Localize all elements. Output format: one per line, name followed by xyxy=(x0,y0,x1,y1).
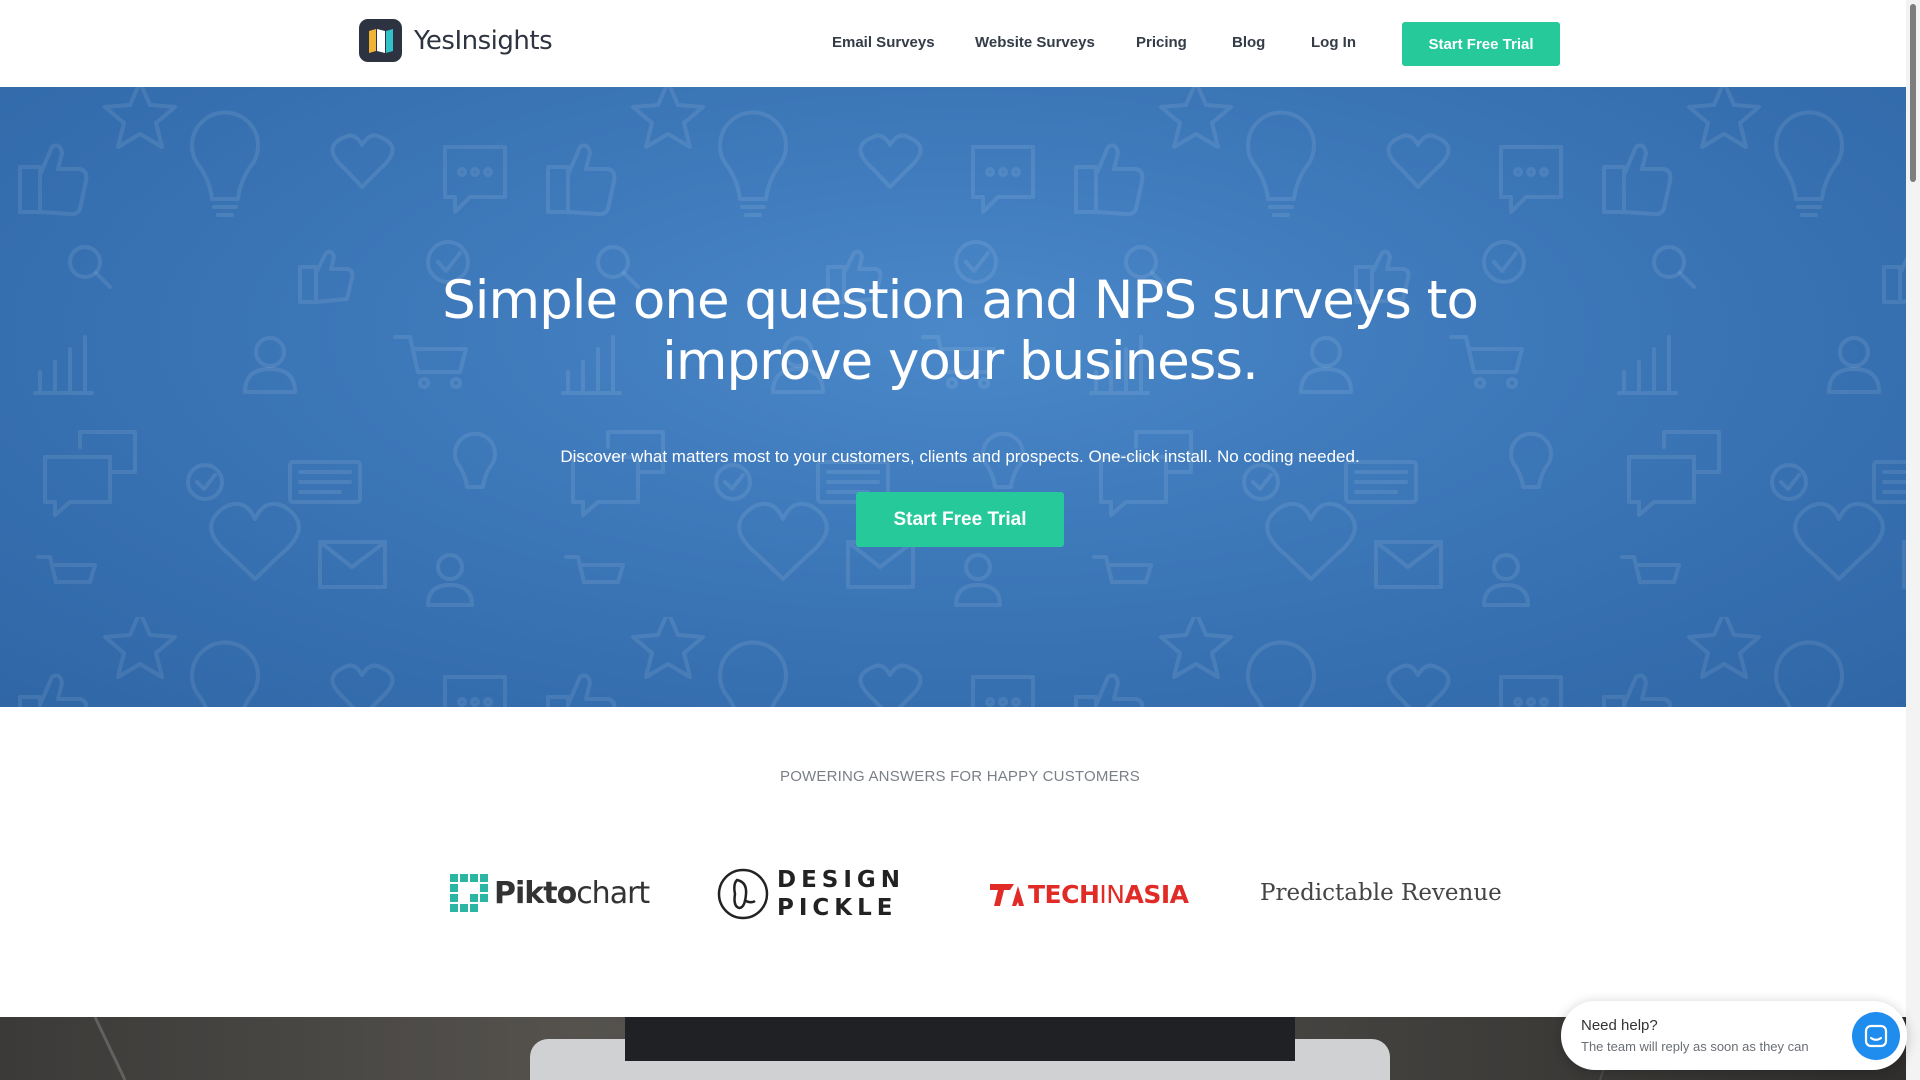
customer-logos: Piktochart DESIGN PICKLE TECHINASIA Pred… xyxy=(0,860,1920,930)
scrollbar-thumb[interactable] xyxy=(1910,4,1916,182)
design-pickle-logo: DESIGN PICKLE xyxy=(717,866,905,922)
hero-subtitle: Discover what matters most to your custo… xyxy=(560,447,1360,466)
nav-blog[interactable]: Blog xyxy=(1232,34,1265,51)
chat-widget[interactable]: Need help? The team will reply as soon a… xyxy=(1561,1001,1907,1070)
laptop-screen xyxy=(625,1017,1295,1061)
chat-title: Need help? xyxy=(1581,1017,1658,1034)
page: YesInsights Email Surveys Website Survey… xyxy=(0,0,1920,1080)
chat-icon xyxy=(1864,1024,1888,1048)
hero-section: Simple one question and NPS surveys to i… xyxy=(0,87,1920,707)
nav-email-surveys[interactable]: Email Surveys xyxy=(832,34,935,51)
piktochart-logo: Piktochart xyxy=(450,874,650,912)
pickle-icon xyxy=(717,868,769,920)
customers-heading: POWERING ANSWERS FOR HAPPY CUSTOMERS xyxy=(779,768,1141,785)
site-header: YesInsights Email Surveys Website Survey… xyxy=(0,0,1920,87)
main-nav: Email Surveys Website Surveys Pricing Bl… xyxy=(0,22,1920,66)
design-pickle-wordmark: DESIGN PICKLE xyxy=(777,867,906,921)
hero-headline-line1: Simple one question and NPS surveys to xyxy=(442,270,1479,331)
techinasia-wordmark: TECHINASIA xyxy=(1028,880,1189,909)
hero-headline-line2: improve your business. xyxy=(662,331,1259,392)
hero-headline: Simple one question and NPS surveys to i… xyxy=(0,270,1920,392)
chat-subtitle: The team will reply as soon as they can xyxy=(1581,1039,1809,1054)
nav-website-surveys[interactable]: Website Surveys xyxy=(975,34,1095,51)
header-start-trial-button[interactable]: Start Free Trial xyxy=(1402,22,1560,66)
hero-start-trial-button[interactable]: Start Free Trial xyxy=(856,492,1064,547)
predictable-revenue-logo: Predictable Revenue xyxy=(1260,880,1502,906)
techinasia-logo: TECHINASIA xyxy=(990,880,1189,909)
nav-log-in[interactable]: Log In xyxy=(1311,34,1356,51)
page-scrollbar[interactable] xyxy=(1906,0,1920,1080)
hero-icon-pattern xyxy=(0,87,1920,707)
piktochart-wordmark: Piktochart xyxy=(494,875,650,911)
chat-launcher-button[interactable] xyxy=(1852,1012,1900,1060)
predictable-revenue-wordmark: Predictable Revenue xyxy=(1260,880,1502,906)
techinasia-icon xyxy=(990,883,1024,906)
nav-pricing[interactable]: Pricing xyxy=(1136,34,1187,51)
piktochart-icon xyxy=(450,874,488,912)
